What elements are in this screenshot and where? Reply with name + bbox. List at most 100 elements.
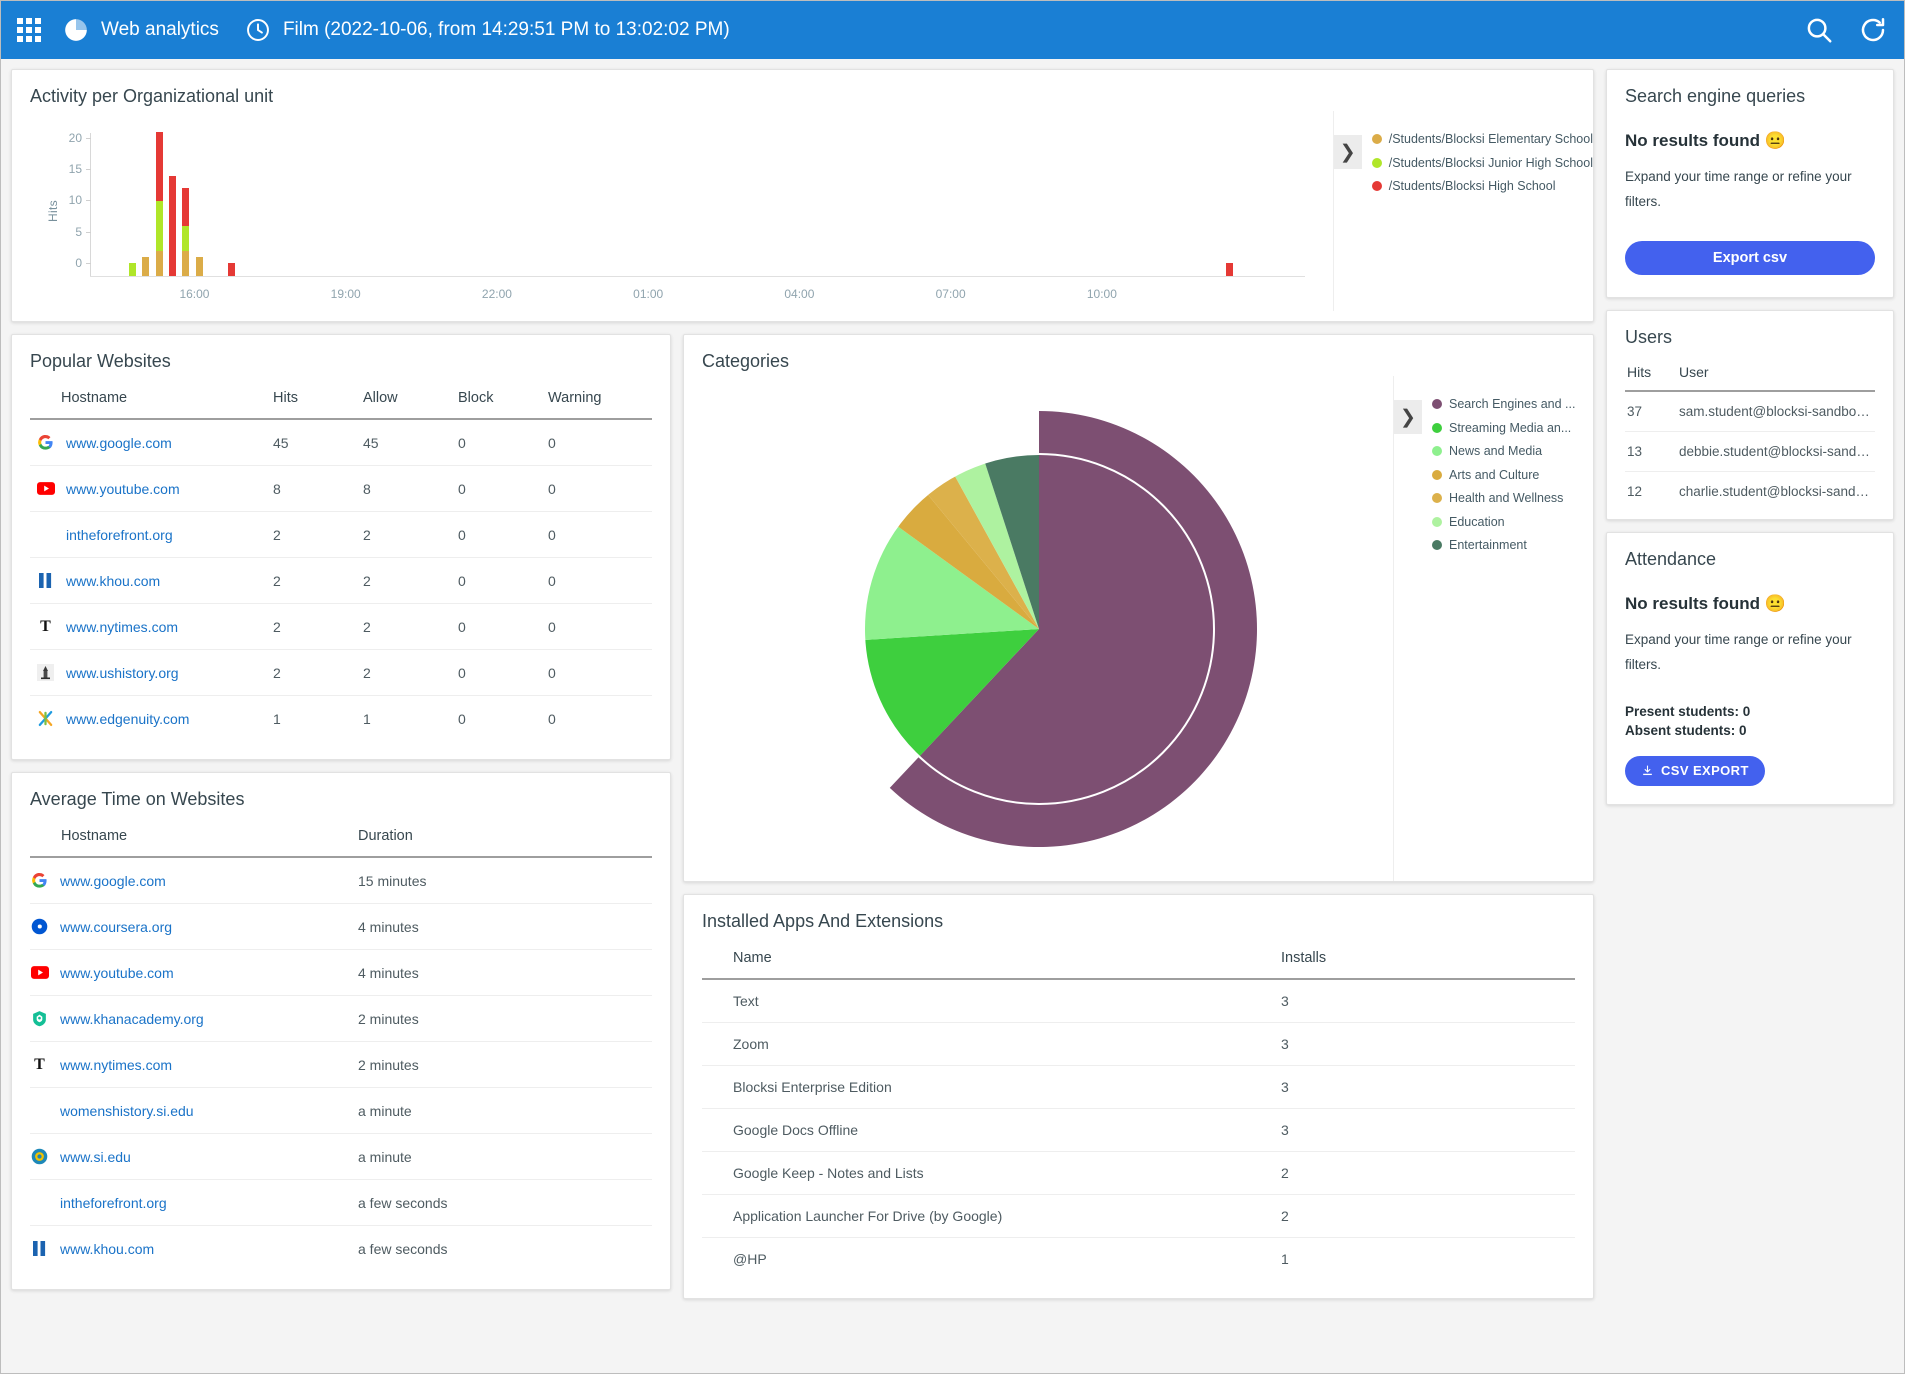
table-cell: 8: [267, 465, 357, 512]
column-header: Block: [452, 380, 542, 420]
hostname-link[interactable]: www.nytimes.com: [66, 619, 178, 635]
categories-legend-panel: ❯ Search Engines and ... Streaming Media …: [1393, 376, 1593, 881]
legend-label: /Students/Blocksi Elementary School: [1388, 132, 1593, 146]
legend-color-dot: [1371, 134, 1382, 145]
hostname-link[interactable]: womenshistory.si.edu: [60, 1103, 194, 1119]
activity-bar-segment: [182, 225, 190, 251]
legend-color-dot: [1432, 493, 1442, 504]
table-row: Blocksi Enterprise Edition 3: [702, 1065, 1575, 1109]
legend-color-dot: [1432, 446, 1442, 457]
users-table: Hits User 37 sam.student@blocksi-sandbox..…: [1625, 357, 1875, 511]
legend-item[interactable]: Search Engines and ...: [1432, 398, 1575, 411]
table-row: www.google.com 15 minutes: [30, 857, 652, 904]
legend-item[interactable]: Entertainment: [1432, 539, 1575, 552]
refresh-icon[interactable]: [1858, 15, 1888, 45]
table-cell: 45: [267, 419, 357, 466]
table-body: www.google.com 45 45 0 0 www.youtube.com 8 8 0 0 i…: [30, 419, 652, 741]
google-favicon: [36, 433, 55, 452]
legend-item[interactable]: Arts and Culture: [1432, 467, 1575, 482]
legend-item[interactable]: /Students/Blocksi Junior High School: [1371, 156, 1593, 170]
grid-apps-icon[interactable]: [17, 18, 41, 42]
table-row: www.khanacademy.org 2 minutes: [30, 995, 652, 1042]
legend-label: Health and Wellness: [1449, 491, 1564, 505]
table-row: womenshistory.si.edu a minute: [30, 1087, 652, 1134]
table-cell: 0: [452, 557, 542, 604]
table-row: intheforefront.org 2 2 0 0: [30, 511, 652, 558]
chevron-right-icon[interactable]: ❯: [1394, 400, 1422, 434]
google-favicon: [30, 871, 49, 890]
hostname-link[interactable]: www.si.edu: [60, 1149, 131, 1165]
hostname-link[interactable]: www.edgenuity.com: [66, 711, 189, 727]
no-results-message: No results found 😐: [1625, 593, 1786, 613]
activity-bar[interactable]: [195, 257, 203, 276]
page-title: Web analytics: [101, 19, 219, 40]
table-cell: 1: [363, 710, 371, 727]
chevron-right-icon[interactable]: ❯: [1333, 135, 1362, 169]
categories-legend-items: Search Engines and ... Streaming Media an…: [1422, 398, 1575, 563]
activity-bar[interactable]: [155, 132, 163, 276]
legend-item[interactable]: /Students/Blocksi Elementary School: [1371, 132, 1593, 146]
hostname-link[interactable]: intheforefront.org: [60, 1195, 167, 1211]
column-header: Allow: [357, 380, 452, 420]
legend-label: Arts and Culture: [1449, 467, 1540, 482]
activity-bar[interactable]: [228, 263, 236, 276]
column-header: Hostname: [30, 818, 352, 858]
khou-favicon: [36, 571, 55, 590]
activity-legend-panel: ❯ /Students/Blocksi Elementary School/St…: [1332, 111, 1593, 311]
hostname-link[interactable]: www.youtube.com: [60, 965, 174, 981]
table-row: @HP 1: [702, 1238, 1575, 1281]
table-cell: 37: [1625, 390, 1677, 432]
hostname-link[interactable]: www.khou.com: [66, 573, 160, 589]
table-cell: 2: [357, 649, 452, 696]
hostname-link[interactable]: intheforefront.org: [66, 527, 173, 543]
legend-item[interactable]: Streaming Media an...: [1432, 420, 1575, 435]
column-header: Warning: [542, 380, 652, 420]
hostname-link[interactable]: www.google.com: [60, 873, 166, 889]
activity-bar-segment: [155, 250, 163, 276]
hostname-link[interactable]: www.youtube.com: [66, 481, 180, 497]
table-cell: 2: [267, 557, 357, 604]
hostname-link[interactable]: www.coursera.org: [60, 919, 172, 935]
khou-favicon: [30, 1239, 49, 1258]
table-row: www.khou.com a few seconds: [30, 1226, 652, 1272]
export-csv-button[interactable]: Export csv: [1625, 240, 1875, 275]
categories-donut[interactable]: [819, 409, 1259, 849]
x-axis-tick: 01:00: [633, 287, 664, 301]
legend-item[interactable]: News and Media: [1432, 445, 1575, 458]
legend-label: Streaming Media an...: [1449, 420, 1572, 435]
search-icon[interactable]: [1804, 15, 1834, 45]
table-cell: 0: [542, 465, 652, 512]
table-cell: @HP: [733, 1251, 767, 1267]
legend-item[interactable]: Education: [1432, 515, 1575, 529]
hostname-link[interactable]: www.nytimes.com: [60, 1057, 172, 1073]
blocksi-pie-logo-icon: [65, 19, 87, 41]
table-row: 12 charlie.student@blocksi-sandb...: [1625, 471, 1875, 511]
csv-export-button[interactable]: CSV EXPORT: [1625, 755, 1765, 786]
table-row: Text 3: [702, 979, 1575, 1023]
legend-color-dot: [1432, 399, 1442, 410]
hostname-link[interactable]: www.google.com: [66, 435, 172, 451]
hostname-link[interactable]: www.khou.com: [60, 1241, 154, 1257]
legend-item[interactable]: /Students/Blocksi High School: [1371, 180, 1593, 193]
clock-icon[interactable]: [245, 17, 271, 43]
legend-item[interactable]: Health and Wellness: [1432, 492, 1575, 505]
activity-bar[interactable]: [1225, 263, 1233, 276]
activity-bar[interactable]: [182, 188, 190, 276]
table-row: Zoom 3: [702, 1022, 1575, 1066]
activity-bar[interactable]: [128, 263, 136, 276]
table-cell: 0: [542, 511, 652, 558]
activity-bar[interactable]: [142, 257, 150, 276]
table-body: www.google.com 15 minutes www.coursera.org…: [30, 857, 652, 1271]
y-axis-tick: 0: [75, 256, 91, 270]
time-range-label[interactable]: Film (2022-10-06, from 14:29:51 PM to 13…: [283, 19, 730, 41]
table-row: www.si.edu a minute: [30, 1133, 652, 1180]
average-time-title: Average Time on Websites: [30, 789, 245, 809]
x-axis-tick: 22:00: [481, 287, 512, 301]
column-header: Hostname: [30, 380, 267, 420]
categories-title: Categories: [702, 351, 790, 371]
hostname-link[interactable]: www.khanacademy.org: [60, 1011, 204, 1027]
right-sidebar: Search engine queries No results found 😐…: [1606, 69, 1894, 1363]
activity-bar[interactable]: [168, 175, 176, 276]
activity-legend-items: /Students/Blocksi Elementary School/Stud…: [1362, 133, 1593, 204]
hostname-link[interactable]: www.ushistory.org: [66, 665, 179, 681]
